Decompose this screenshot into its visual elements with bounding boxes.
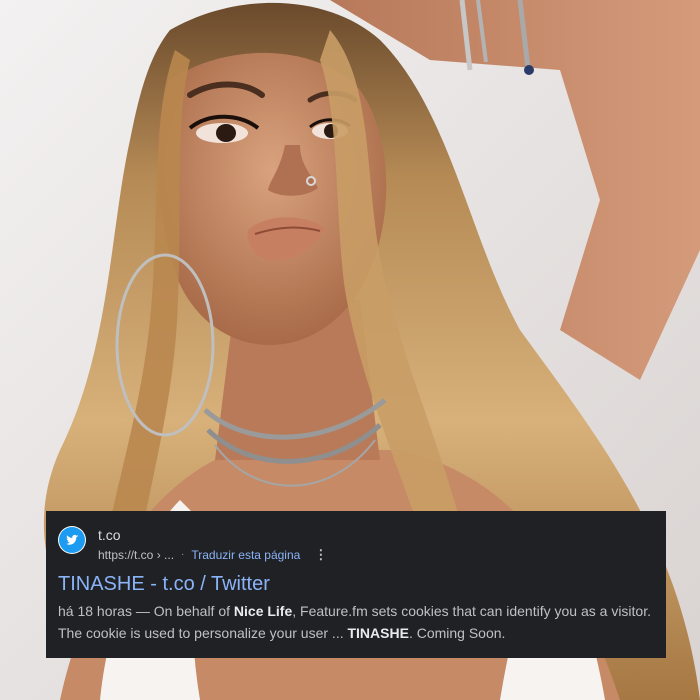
twitter-bird-icon[interactable]	[58, 526, 86, 554]
result-site-name[interactable]: t.co	[98, 527, 326, 544]
result-url-row: https://t.co › ... · Traduzir esta págin…	[98, 546, 327, 564]
result-snippet: há 18 horas — On behalf of Nice Life, Fe…	[58, 600, 654, 644]
snippet-bold-nice-life: Nice Life	[233, 603, 293, 619]
snippet-text-1: — On behalf of	[131, 603, 234, 619]
result-site-row: t.co https://t.co › ... · Traduzir esta …	[58, 525, 654, 565]
translate-page-link[interactable]: Traduzir esta página	[191, 546, 300, 564]
result-url[interactable]: https://t.co › ...	[98, 546, 174, 564]
search-result-card: t.co https://t.co › ... · Traduzir esta …	[46, 511, 666, 658]
result-title-link[interactable]: TINASHE - t.co / Twitter	[58, 571, 654, 597]
snippet-bold-tinashe: TINASHE	[347, 625, 409, 641]
snippet-text-3: . Coming Soon.	[408, 625, 506, 641]
separator-dot: ·	[181, 549, 185, 560]
snippet-date: há 18 horas	[58, 603, 132, 619]
more-options-icon[interactable]: ⋮	[314, 548, 327, 561]
